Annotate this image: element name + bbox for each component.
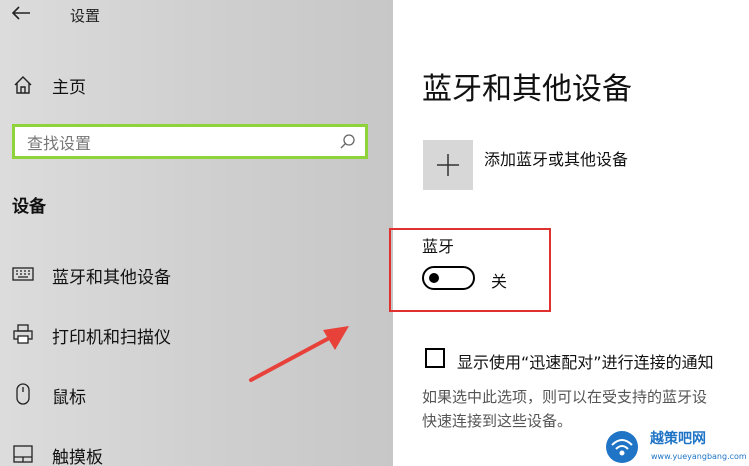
bluetooth-toggle[interactable] xyxy=(422,266,475,290)
app-title: 设置 xyxy=(70,7,101,25)
toggle-knob xyxy=(429,273,439,283)
touchpad-icon xyxy=(12,443,34,465)
mouse-icon xyxy=(12,383,34,405)
sidebar: 设置 主页 设备 蓝牙和其他设备 打印机和扫描仪 鼠标 触摸板 xyxy=(0,0,393,466)
description-line: 如果选中此选项，则可以在受支持的蓝牙设 xyxy=(422,388,708,406)
sidebar-item-touchpad[interactable]: 触摸板 xyxy=(0,434,393,466)
page-title: 蓝牙和其他设备 xyxy=(422,72,632,107)
search-box[interactable] xyxy=(12,124,368,159)
sidebar-item-label: 蓝牙和其他设备 xyxy=(52,268,171,288)
home-icon xyxy=(12,74,34,96)
add-device-label[interactable]: 添加蓝牙或其他设备 xyxy=(484,146,628,170)
bluetooth-label: 蓝牙 xyxy=(422,237,455,256)
sidebar-item-label: 鼠标 xyxy=(52,388,86,408)
watermark-text: 越策吧网 xyxy=(650,431,706,447)
swift-pair-checkbox[interactable] xyxy=(425,348,445,368)
swift-pair-label[interactable]: 显示使用“迅速配对”进行连接的通知 xyxy=(457,349,714,373)
section-title: 设备 xyxy=(12,197,46,217)
annotation-arrow xyxy=(249,326,349,382)
bluetooth-devices-icon xyxy=(12,263,34,285)
add-device-button[interactable] xyxy=(423,140,473,190)
sidebar-item-bluetooth[interactable]: 蓝牙和其他设备 xyxy=(0,254,393,294)
sidebar-item-label: 触摸板 xyxy=(52,448,103,466)
printer-icon xyxy=(12,323,34,345)
back-button[interactable] xyxy=(6,0,36,26)
nav-home[interactable]: 主页 xyxy=(0,64,393,104)
back-arrow-icon xyxy=(11,6,30,20)
nav-home-label: 主页 xyxy=(52,78,86,98)
sidebar-item-label: 打印机和扫描仪 xyxy=(52,328,171,348)
watermark-url: www.yueyangbang.com xyxy=(651,452,747,461)
search-icon[interactable] xyxy=(339,133,357,151)
bluetooth-state-label: 关 xyxy=(491,272,508,291)
main-panel: 蓝牙和其他设备 添加蓝牙或其他设备 蓝牙 关 显示使用“迅速配对”进行连接的通知… xyxy=(393,0,749,466)
plus-icon xyxy=(437,154,459,176)
search-input[interactable] xyxy=(25,131,329,155)
